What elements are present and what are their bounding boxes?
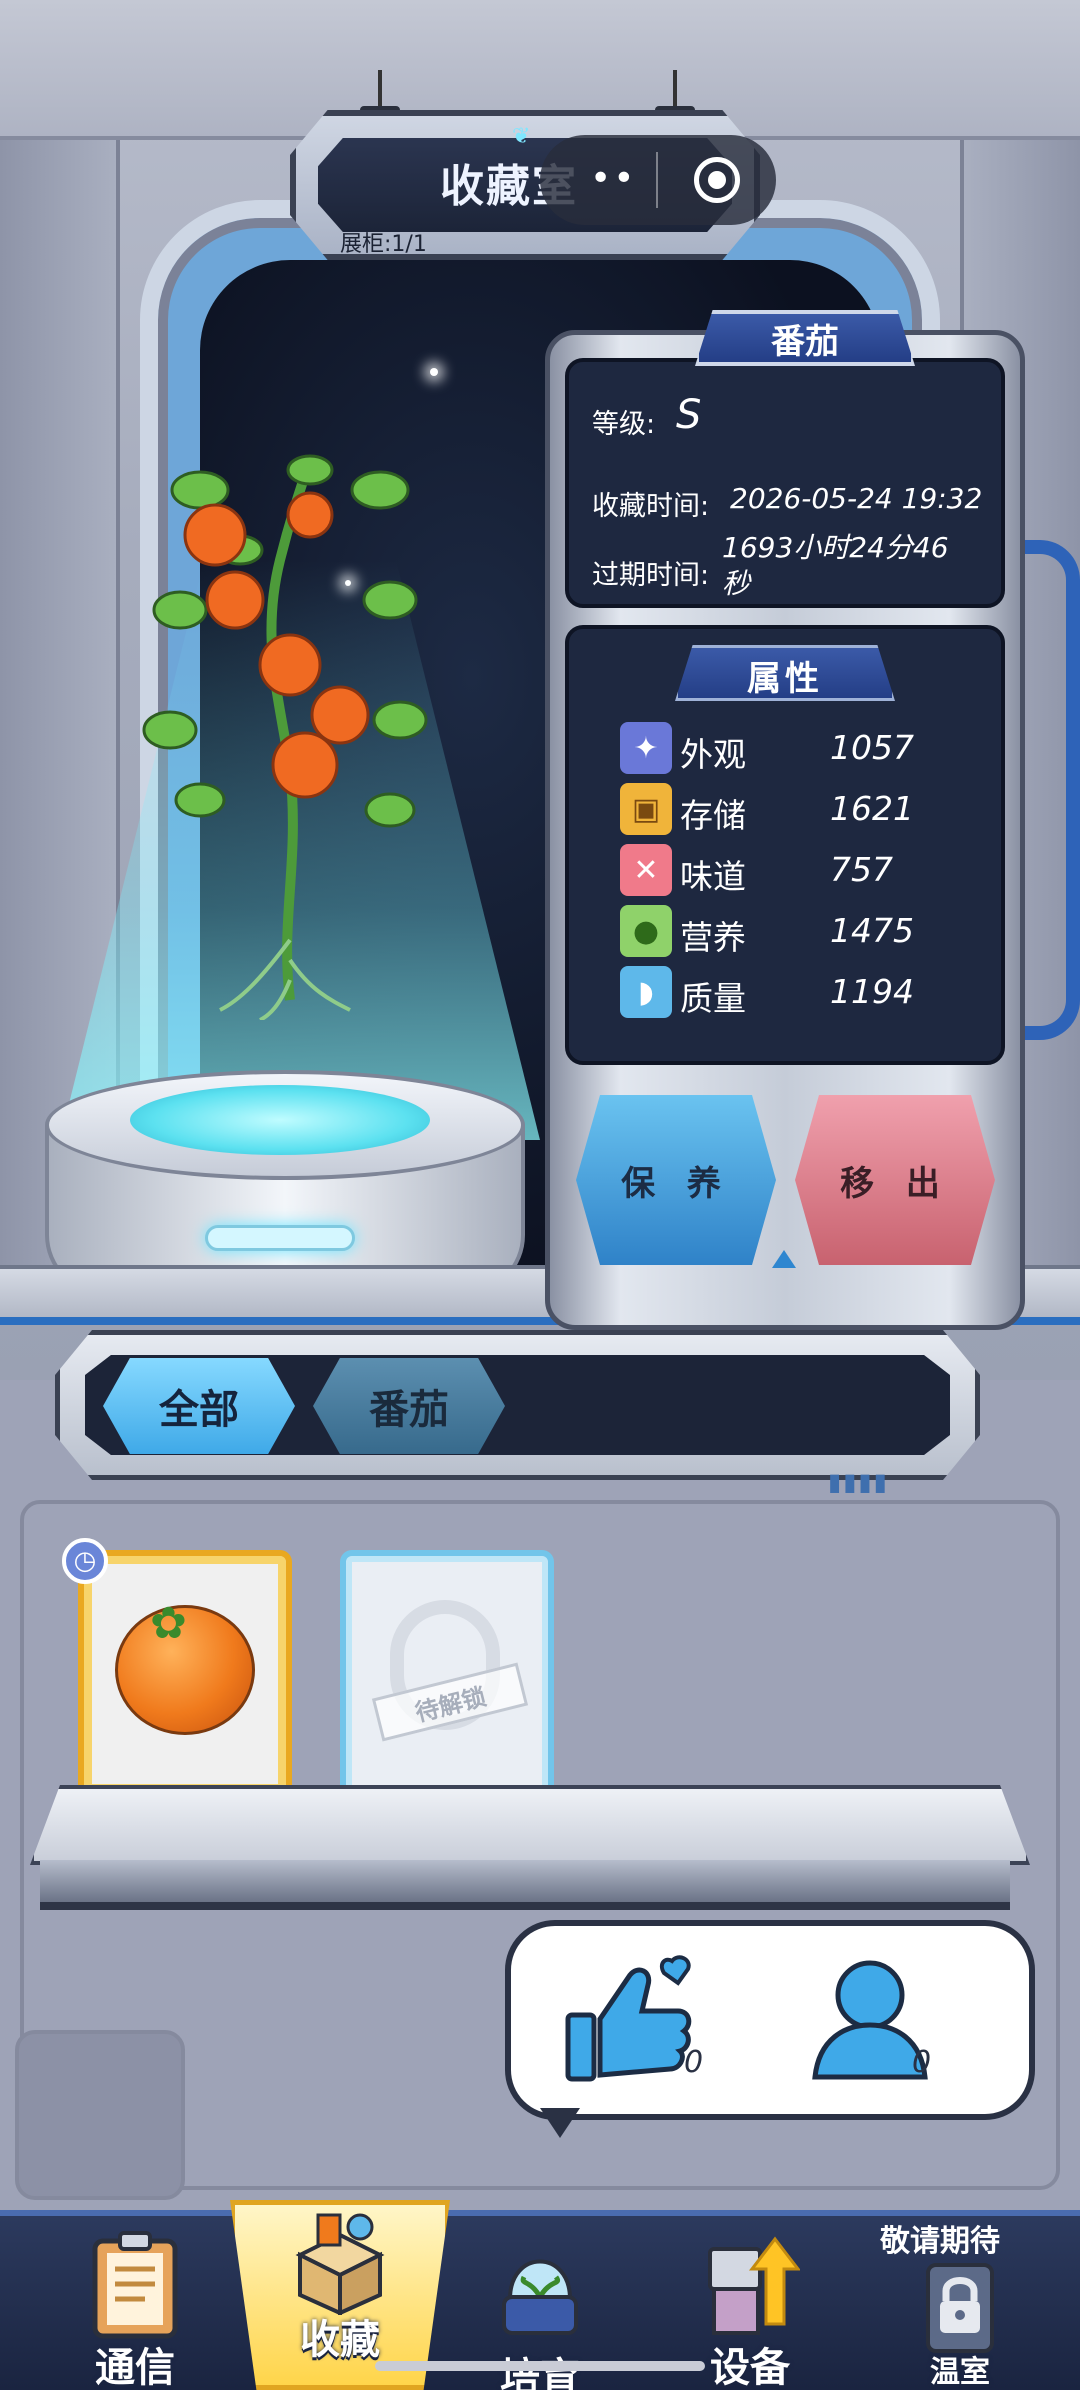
level-value: S <box>676 392 702 438</box>
miniprogram-capsule <box>540 135 776 225</box>
decor-stripes: ▮▮▮▮ <box>828 1468 889 1496</box>
sparkle-icon: ✦ <box>620 722 672 774</box>
shelf <box>30 1785 1030 1865</box>
capsule-divider <box>656 152 658 208</box>
collect-time-label: 收藏时间: <box>592 491 710 522</box>
like-count: 0 <box>684 2045 704 2080</box>
nav-label: 收藏 <box>300 2317 380 2363</box>
nav-item-messages[interactable]: 通信 <box>35 2215 235 2390</box>
thumbs-up-icon[interactable] <box>560 1955 700 2085</box>
apple-icon: ● <box>620 905 672 957</box>
tomato-plant-icon <box>142 454 428 1020</box>
showcase-count: 展柜:1/1 <box>340 232 427 257</box>
shelf-base <box>40 1860 1010 1910</box>
muscle-icon: ◗ <box>620 966 672 1018</box>
attribute-row: ◗ 质量 1194 <box>620 966 980 1018</box>
collection-box-icon <box>295 2213 385 2315</box>
tab-all[interactable]: 全部 <box>103 1358 295 1454</box>
coming-soon-label: 敬请期待 <box>880 2224 1000 2259</box>
device-upgrade-icon <box>708 2236 800 2335</box>
tab-tomato[interactable]: 番茄 <box>313 1358 505 1454</box>
clock-icon: ◷ <box>62 1538 108 1584</box>
clipboard-icon <box>92 2231 178 2339</box>
attribute-label: 存储 <box>680 796 746 835</box>
expire-time-value: 1693小时24分46秒 <box>722 531 949 600</box>
more-button[interactable]: •• <box>590 158 636 199</box>
remove-button[interactable]: 移 出 <box>795 1095 995 1265</box>
attribute-row: ● 营养 1475 <box>620 905 980 957</box>
expire-time-label: 过期时间: <box>592 560 710 591</box>
item-name: 番茄 <box>771 322 839 362</box>
attribute-value: 1057 <box>830 728 914 767</box>
attribute-label: 质量 <box>680 979 746 1018</box>
attribute-label: 营养 <box>680 918 746 957</box>
star <box>430 368 438 376</box>
home-indicator[interactable] <box>375 2361 705 2371</box>
attribute-value: 1621 <box>830 789 914 828</box>
bubble-tail <box>540 2108 580 2138</box>
attributes-title: 属性 <box>747 659 823 699</box>
attribute-value: 757 <box>830 850 893 889</box>
friend-count: 0 <box>912 2045 932 2080</box>
nav-label: 通信 <box>95 2345 175 2390</box>
attribute-row: ✦ 外观 1057 <box>620 722 980 774</box>
attribute-label: 外观 <box>680 735 746 774</box>
speaker-grille <box>15 2030 185 2200</box>
attribute-value: 1475 <box>830 911 914 950</box>
attribute-label: 味道 <box>680 857 746 896</box>
attribute-value: 1194 <box>830 972 914 1011</box>
collect-time-value: 2026-05-24 19:32 <box>730 482 983 515</box>
utensils-icon: ✕ <box>620 844 672 896</box>
side-pipe <box>1020 540 1080 1040</box>
pedestal-light <box>205 1225 355 1251</box>
attribute-row: ▣ 存储 1621 <box>620 783 980 835</box>
attribute-row: ✕ 味道 757 <box>620 844 980 896</box>
nav-label: 温室 <box>930 2355 990 2390</box>
maintain-button[interactable]: 保 养 <box>576 1095 776 1265</box>
box-icon: ▣ <box>620 783 672 835</box>
sprout-icon: ❦ <box>512 124 531 149</box>
pedestal-glow <box>130 1085 430 1155</box>
terrarium-icon <box>502 2259 578 2335</box>
indicator-triangle <box>772 1250 796 1268</box>
close-miniprogram-button[interactable] <box>694 157 740 203</box>
level-label: 等级: <box>592 409 656 440</box>
tomato-leaf-icon: ✿ <box>150 1598 187 1649</box>
